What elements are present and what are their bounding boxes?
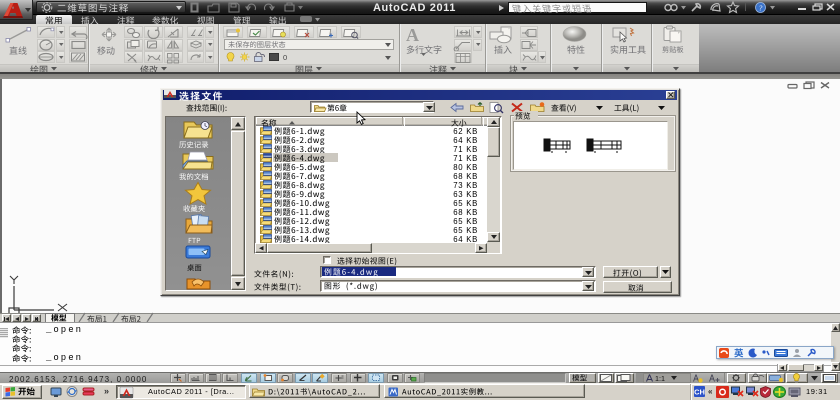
svg-text:CH: CH <box>694 388 705 397</box>
svg-text:?: ? <box>759 3 763 12</box>
